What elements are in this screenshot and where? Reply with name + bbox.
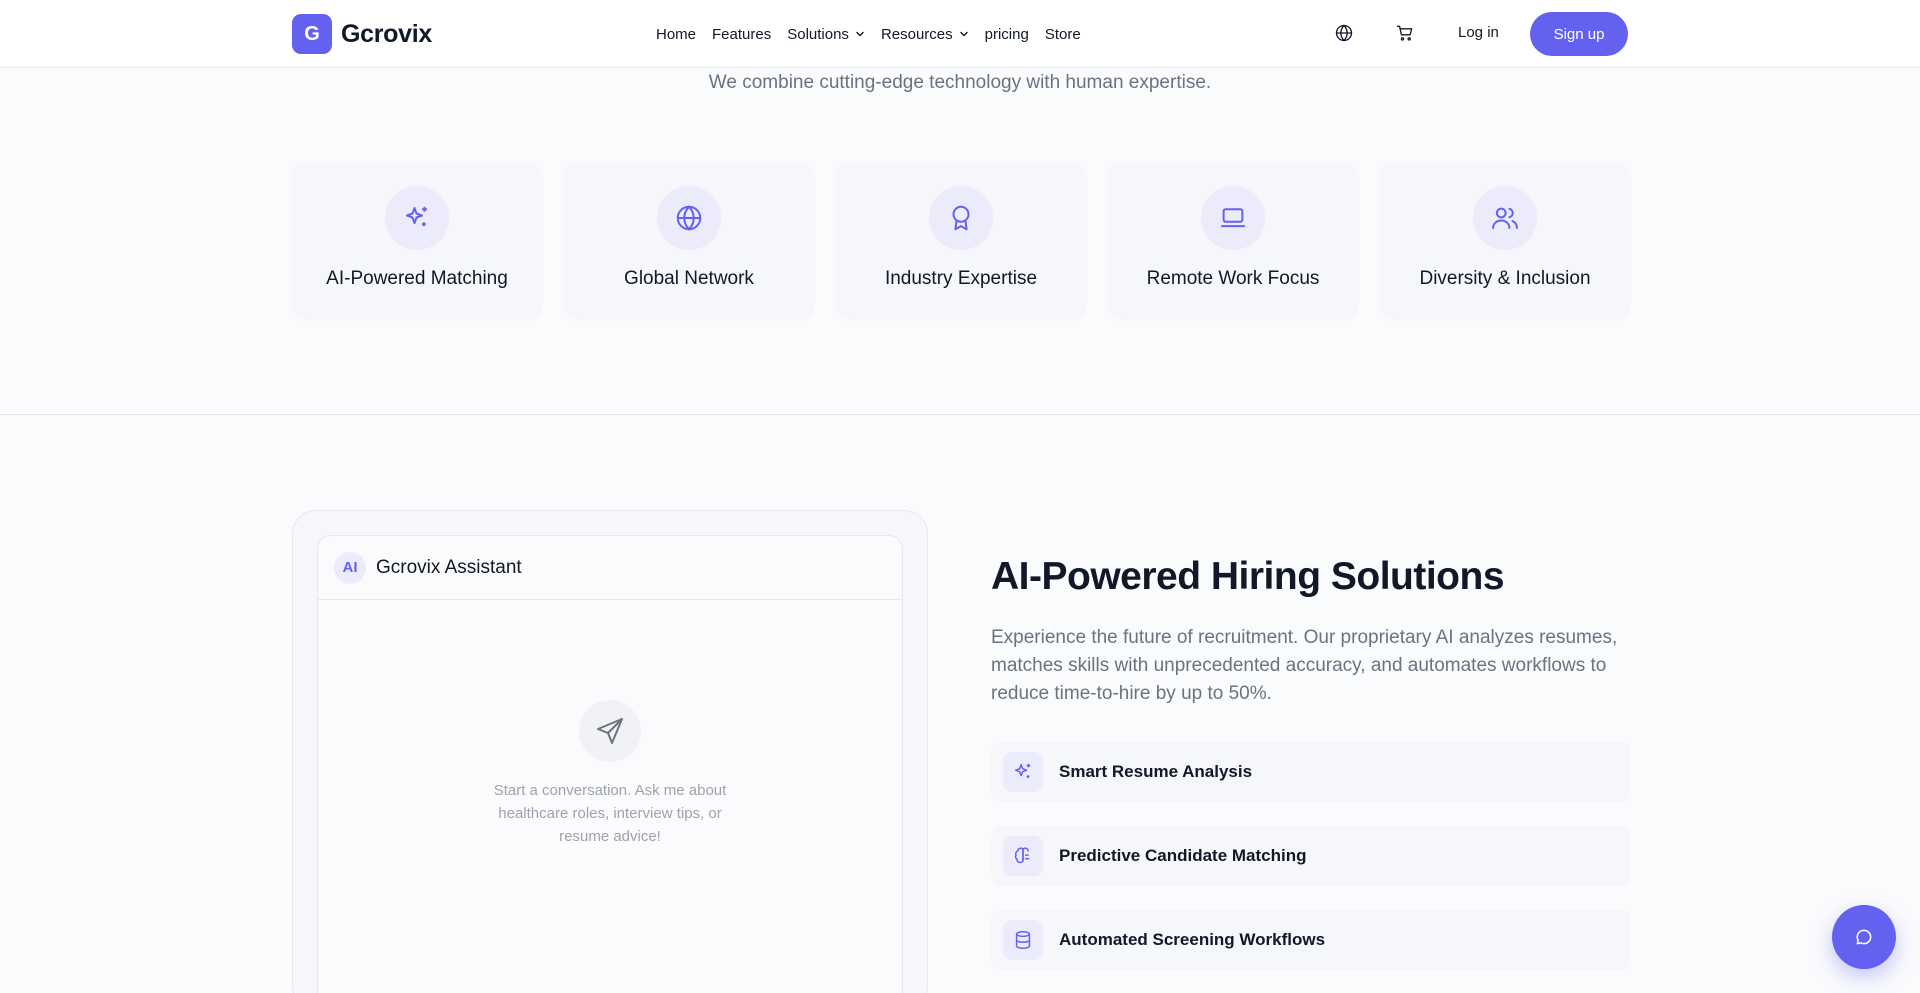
empty-state-icon-wrap	[579, 700, 641, 762]
feature-card-diversity: Diversity & Inclusion	[1380, 162, 1630, 318]
chat-bubble-icon	[1856, 929, 1872, 945]
feature-icon-diversity	[1473, 186, 1537, 250]
brand-logo[interactable]: G Gcrovix	[292, 14, 432, 54]
feature-label: Diversity & Inclusion	[1419, 268, 1591, 289]
logo-mark: G	[292, 14, 332, 54]
award-icon	[952, 205, 970, 231]
brain-icon	[1014, 847, 1030, 864]
solution-icon	[1003, 920, 1043, 960]
feature-label: AI-Powered Matching	[326, 268, 508, 289]
solution-label: Predictive Candidate Matching	[1059, 846, 1307, 865]
feature-icon-remote-work	[1201, 186, 1265, 250]
chevron-down-icon	[959, 31, 968, 37]
site-header: G Gcrovix Home Features Solutions Resour…	[0, 0, 1920, 68]
solution-icon	[1003, 836, 1043, 876]
nav-store[interactable]: Store	[1045, 22, 1081, 46]
feature-label: Remote Work Focus	[1146, 268, 1320, 289]
send-icon	[597, 718, 623, 744]
sparkles-icon	[1014, 763, 1031, 778]
solutions-title: AI-Powered Hiring Solutions	[991, 555, 1505, 598]
assistant-title: Gcrovix Assistant	[376, 556, 522, 578]
nav-home-label: Home	[656, 25, 697, 43]
nav-features-label: Features	[712, 25, 772, 43]
solutions-description: Experience the future of recruitment. Ou…	[991, 627, 1618, 704]
solution-item-predictive-matching[interactable]: Predictive Candidate Matching	[991, 826, 1631, 886]
signup-button[interactable]: Sign up	[1530, 12, 1628, 56]
assistant-panel: AI Gcrovix Assistant Start a conversatio…	[292, 510, 928, 993]
feature-label: Industry Expertise	[884, 268, 1038, 289]
globe-icon[interactable]	[1334, 23, 1354, 43]
solution-item-resume-analysis[interactable]: Smart Resume Analysis	[991, 742, 1631, 802]
chevron-down-icon	[856, 31, 864, 37]
solution-icon	[1003, 752, 1043, 792]
laptop-icon	[1221, 208, 1245, 228]
feature-card-global-network: Global Network	[564, 162, 814, 318]
nav-resources[interactable]: Resources	[881, 22, 969, 46]
feature-icon-industry-expertise	[929, 186, 993, 250]
assistant-window: AI Gcrovix Assistant Start a conversatio…	[317, 535, 903, 993]
solution-label: Smart Resume Analysis	[1059, 762, 1253, 781]
login-link[interactable]: Log in	[1458, 24, 1499, 41]
feature-card-remote-work: Remote Work Focus	[1108, 162, 1358, 318]
cart-icon[interactable]	[1395, 23, 1415, 43]
feature-icon-ai-matching	[385, 186, 449, 250]
intro-subtitle: We combine cutting-edge technology with …	[708, 72, 1212, 93]
feature-card-industry-expertise: Industry Expertise	[836, 162, 1086, 318]
nav-resources-label: Resources	[880, 25, 953, 43]
nav-solutions-label: Solutions	[787, 25, 849, 43]
nav-pricing-label: pricing	[984, 25, 1029, 43]
nav-features[interactable]: Features	[712, 22, 771, 46]
users-icon	[1492, 207, 1518, 229]
feature-icon-global-network	[657, 186, 721, 250]
feature-card-ai-matching: AI-Powered Matching	[292, 162, 542, 318]
nav-home[interactable]: Home	[656, 22, 696, 46]
nav-store-label: Store	[1044, 25, 1081, 43]
chat-launcher-button[interactable]	[1832, 905, 1896, 969]
ai-avatar: AI	[334, 551, 366, 584]
brand-name: Gcrovix	[341, 19, 433, 48]
sparkles-icon	[406, 206, 427, 227]
section-divider	[0, 414, 1920, 415]
globe-icon	[676, 205, 702, 231]
nav-solutions[interactable]: Solutions	[787, 22, 865, 46]
solution-label: Automated Screening Workflows	[1059, 930, 1326, 949]
solution-item-screening-workflows[interactable]: Automated Screening Workflows	[991, 910, 1631, 970]
database-icon	[1015, 931, 1031, 949]
nav-pricing[interactable]: pricing	[985, 22, 1029, 46]
assistant-header: AI Gcrovix Assistant	[318, 536, 902, 600]
main-nav: Home Features Solutions Resources pricin…	[656, 22, 1097, 46]
feature-label: Global Network	[624, 268, 754, 289]
assistant-empty-message: Start a conversation. Ask me about healt…	[493, 782, 727, 845]
